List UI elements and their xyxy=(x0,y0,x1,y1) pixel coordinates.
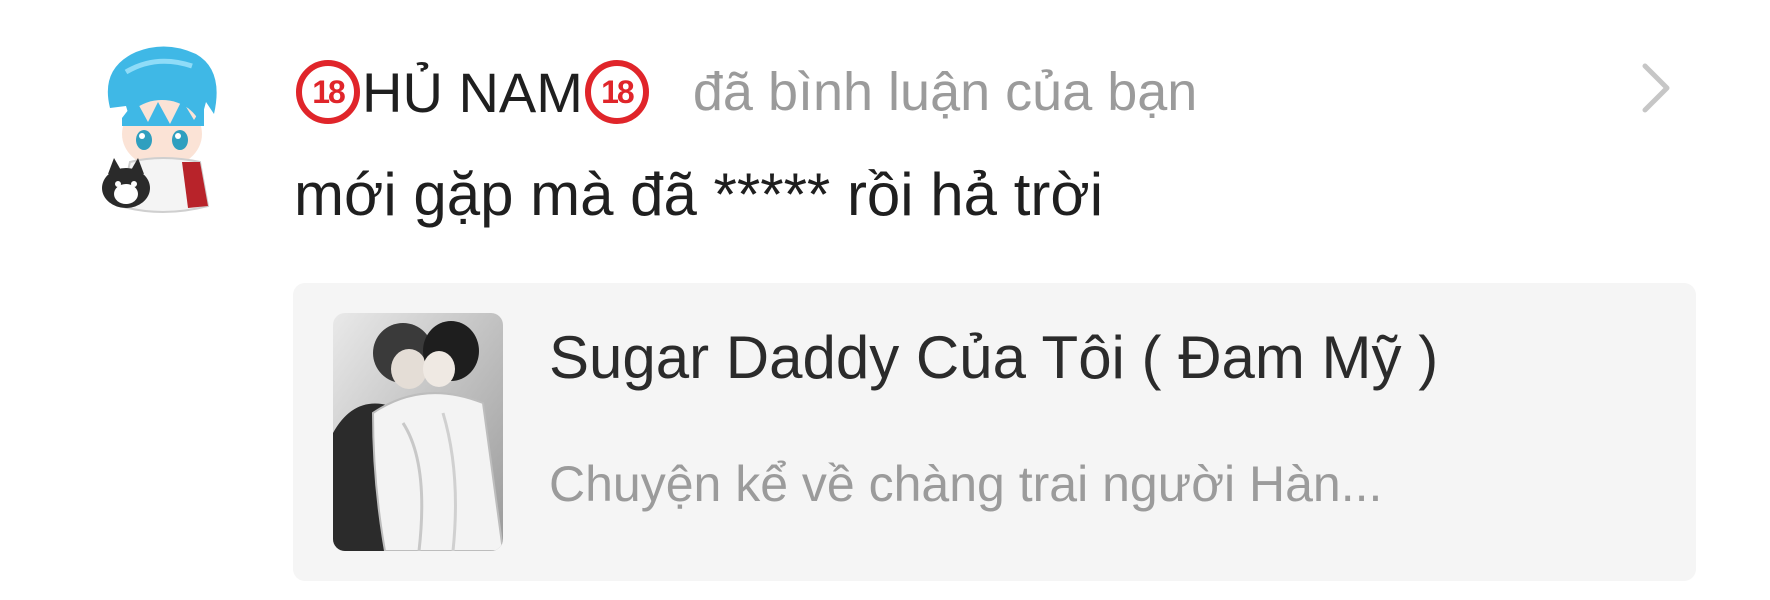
book-cover-thumbnail xyxy=(333,313,503,551)
age-18-badge-icon: 18 xyxy=(296,60,360,124)
chevron-right-icon[interactable] xyxy=(1633,58,1677,118)
story-card[interactable]: Sugar Daddy Của Tôi ( Đam Mỹ ) Chuyện kể… xyxy=(293,283,1696,581)
notification-header: 18 HỦ NAM 18 đã bình luận của bạn xyxy=(296,52,1197,132)
story-description: Chuyện kể về chàng trai người Hàn... xyxy=(549,456,1383,512)
comment-text: mới gặp mà đã ***** rồi hả trời xyxy=(294,161,1104,228)
notification-action-text: đã bình luận của bạn xyxy=(692,62,1198,122)
age-18-badge-icon: 18 xyxy=(584,60,649,124)
user-avatar[interactable] xyxy=(96,38,228,218)
anime-avatar-icon xyxy=(102,46,217,213)
username[interactable]: HỦ NAM xyxy=(362,60,583,125)
story-title[interactable]: Sugar Daddy Của Tôi ( Đam Mỹ ) xyxy=(549,323,1438,392)
